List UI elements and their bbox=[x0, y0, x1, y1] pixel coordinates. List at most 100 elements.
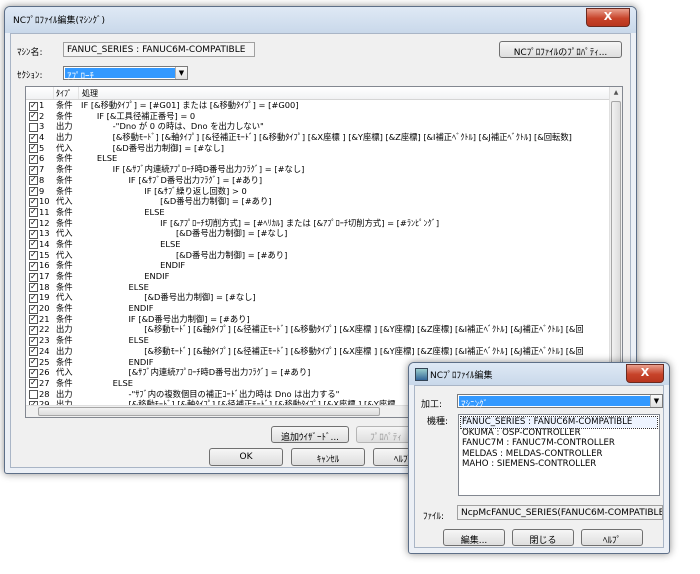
sub-close-button[interactable]: X bbox=[626, 364, 664, 383]
row-checkbox[interactable] bbox=[29, 112, 38, 122]
table-row[interactable]: 3 出力 -"Dno が 0 の時は、Dno を出力しない" bbox=[26, 121, 610, 132]
table-row[interactable]: 6 条件 ELSE bbox=[26, 153, 610, 164]
row-checkbox[interactable] bbox=[29, 325, 38, 335]
vertical-scroll-thumb[interactable] bbox=[611, 101, 621, 368]
row-checkbox[interactable] bbox=[29, 261, 38, 271]
column-header-process[interactable]: 処理 bbox=[82, 88, 98, 99]
property-button[interactable]: ﾌﾟﾛﾊﾟﾃｨ bbox=[356, 426, 416, 443]
vertical-scrollbar[interactable]: ▲ ▼ bbox=[609, 87, 622, 406]
table-row[interactable]: 23 条件 ELSE bbox=[26, 335, 610, 346]
horizontal-scroll-thumb[interactable] bbox=[38, 407, 380, 416]
row-checkbox[interactable] bbox=[29, 358, 38, 367]
sub-title-bar[interactable]: NCﾌﾟﾛﾌｧｲﾙ編集 X bbox=[409, 363, 669, 385]
row-process: [&D番号出力制御] = [#なし] bbox=[81, 142, 225, 153]
table-row[interactable]: 16 条件 ENDIF bbox=[26, 260, 610, 271]
row-number: 19 bbox=[39, 292, 50, 303]
row-process: ELSE bbox=[81, 377, 134, 388]
row-checkbox[interactable] bbox=[29, 272, 38, 282]
row-type: 条件 bbox=[56, 281, 73, 292]
nc-profile-properties-button[interactable]: NCﾌﾟﾛﾌｧｲﾙのﾌﾟﾛﾊﾟﾃｨ... bbox=[499, 41, 622, 58]
list-item[interactable]: MAHO : SIEMENS-CONTROLLER bbox=[461, 459, 657, 470]
row-checkbox[interactable] bbox=[29, 144, 38, 154]
row-checkbox[interactable] bbox=[29, 219, 38, 229]
row-process: IF [&ｱﾌﾟﾛｰﾁ切削方式] = [#ﾍﾘｶﾙ] または [&ｱﾌﾟﾛｰﾁ切… bbox=[81, 217, 440, 228]
row-checkbox[interactable] bbox=[29, 122, 38, 132]
cancel-button[interactable]: ｷｬﾝｾﾙ bbox=[291, 448, 365, 466]
row-type: 代入 bbox=[56, 228, 73, 239]
sub-client-area: 加工: ﾏｼﾆﾝｸﾞ ▼ 機種: FANUC_SERIES : FANUC6M-… bbox=[414, 385, 664, 548]
ok-button[interactable]: OK bbox=[209, 448, 283, 466]
add-wizard-button[interactable]: 追加ｳｲｻﾞｰﾄﾞ... bbox=[271, 426, 349, 443]
list-item[interactable]: OKUMA : OSP-CONTROLLER bbox=[461, 428, 657, 439]
row-process: ELSE bbox=[81, 153, 118, 164]
edit-button[interactable]: 編集... bbox=[443, 529, 505, 546]
table-row[interactable]: 20 条件 ENDIF bbox=[26, 303, 610, 314]
column-header-type[interactable]: ﾀｲﾌﾟ bbox=[56, 88, 72, 99]
row-process: -"ｻﾌﾞ内の複数個目の補正ｺｰﾄﾞ出力時は Dno は出力する" bbox=[81, 388, 340, 399]
row-checkbox[interactable] bbox=[29, 390, 38, 400]
table-row[interactable]: 1 条件 IF [&移動ﾀｲﾌﾟ] = [#G01] または [&移動ﾀｲﾌﾟ] =… bbox=[26, 100, 610, 111]
sub-window-title: NCﾌﾟﾛﾌｧｲﾙ編集 bbox=[430, 371, 493, 381]
row-type: 出力 bbox=[56, 324, 73, 335]
row-checkbox[interactable] bbox=[29, 283, 38, 293]
row-number: 5 bbox=[39, 142, 45, 153]
help-button[interactable]: ﾍﾙﾌﾟ bbox=[581, 529, 643, 546]
table-row[interactable]: 8 条件 IF [&ｻﾌﾞD番号出力ﾌﾗｸﾞ] = [#あり] bbox=[26, 175, 610, 186]
main-close-button[interactable]: X bbox=[586, 8, 630, 27]
row-checkbox[interactable] bbox=[29, 336, 38, 346]
table-row[interactable]: 14 条件 ELSE bbox=[26, 239, 610, 250]
list-item[interactable]: FANUC_SERIES : FANUC6M-COMPATIBLE bbox=[460, 416, 658, 429]
table-row[interactable]: 18 条件 ELSE bbox=[26, 282, 610, 293]
row-checkbox[interactable] bbox=[29, 315, 38, 325]
row-checkbox[interactable] bbox=[29, 293, 38, 303]
table-row[interactable]: 19 代入 [&D番号出力制御] = [#なし] bbox=[26, 292, 610, 303]
row-checkbox[interactable] bbox=[29, 208, 38, 218]
main-title-bar[interactable]: NCﾌﾟﾛﾌｧｲﾙ編集(ﾏｼﾝｸﾞ) X bbox=[5, 7, 636, 33]
row-checkbox[interactable] bbox=[29, 133, 38, 143]
scroll-up-icon[interactable]: ▲ bbox=[610, 87, 622, 98]
row-checkbox[interactable] bbox=[29, 240, 38, 250]
machine-type-list[interactable]: FANUC_SERIES : FANUC6M-COMPATIBLE OKUMA :… bbox=[458, 414, 660, 496]
row-number: 10 bbox=[39, 196, 50, 207]
row-checkbox[interactable] bbox=[29, 379, 38, 389]
row-checkbox[interactable] bbox=[29, 176, 38, 186]
row-checkbox[interactable] bbox=[29, 101, 38, 111]
list-item[interactable]: FANUC7M : FANUC7M-CONTROLLER bbox=[461, 438, 657, 449]
row-checkbox[interactable] bbox=[29, 154, 38, 164]
row-checkbox[interactable] bbox=[29, 197, 38, 207]
section-select[interactable]: ｱﾌﾟﾛｰﾁ ▼ bbox=[63, 66, 188, 82]
chevron-down-icon[interactable]: ▼ bbox=[650, 395, 662, 407]
row-checkbox[interactable] bbox=[29, 165, 38, 175]
process-select[interactable]: ﾏｼﾆﾝｸﾞ ▼ bbox=[457, 394, 663, 410]
row-process: ENDIF bbox=[81, 303, 154, 314]
row-type: 条件 bbox=[56, 110, 73, 121]
table-row[interactable]: 21 条件 IF [&D番号出力制御] = [#あり] bbox=[26, 314, 610, 325]
table-row[interactable]: 11 条件 ELSE bbox=[26, 207, 610, 218]
chevron-down-icon[interactable]: ▼ bbox=[175, 67, 187, 79]
table-row[interactable]: 2 条件 IF [&工具径補正番号] = 0 bbox=[26, 111, 610, 122]
row-checkbox[interactable] bbox=[29, 304, 38, 314]
table-row[interactable]: 24 出力 [&移動ﾓｰﾄﾞ] [&軸ﾀｲﾌﾟ] [&径補正ﾓｰﾄﾞ] [&移動ﾀ… bbox=[26, 346, 610, 357]
table-row[interactable]: 10 代入 [&D番号出力制御] = [#あり] bbox=[26, 196, 610, 207]
row-checkbox[interactable] bbox=[29, 251, 38, 261]
row-type: 条件 bbox=[56, 335, 73, 346]
row-number: 13 bbox=[39, 228, 50, 239]
table-row[interactable]: 4 出力 [&移動ﾓｰﾄﾞ] [&軸ﾀｲﾌﾟ] [&径補正ﾓｰﾄﾞ] [&移動ﾀｲ… bbox=[26, 132, 610, 143]
row-checkbox[interactable] bbox=[29, 229, 38, 239]
table-row[interactable]: 12 条件 IF [&ｱﾌﾟﾛｰﾁ切削方式] = [#ﾍﾘｶﾙ] または [&ｱﾌ… bbox=[26, 218, 610, 229]
row-checkbox[interactable] bbox=[29, 187, 38, 196]
close-button[interactable]: 閉じる bbox=[512, 529, 574, 546]
app-icon bbox=[415, 368, 428, 381]
table-row[interactable]: 17 条件 ENDIF bbox=[26, 271, 610, 282]
list-item[interactable]: MELDAS : MELDAS-CONTROLLER bbox=[461, 449, 657, 460]
table-row[interactable]: 22 出力 [&移動ﾓｰﾄﾞ] [&軸ﾀｲﾌﾟ] [&径補正ﾓｰﾄﾞ] [&移動ﾀ… bbox=[26, 324, 610, 335]
row-checkbox[interactable] bbox=[29, 347, 38, 357]
row-checkbox[interactable] bbox=[29, 368, 38, 378]
row-number: 24 bbox=[39, 345, 50, 356]
table-row[interactable]: 5 代入 [&D番号出力制御] = [#なし] bbox=[26, 143, 610, 154]
table-row[interactable]: 9 条件 IF [&ｻﾌﾞ繰り返し回数] > 0 bbox=[26, 186, 610, 197]
table-row[interactable]: 13 代入 [&D番号出力制御] = [#なし] bbox=[26, 228, 610, 239]
table-row[interactable]: 15 代入 [&D番号出力制御] = [#あり] bbox=[26, 250, 610, 261]
table-row[interactable]: 7 条件 IF [&ｻﾌﾞ内連続ｱﾌﾟﾛｰﾁ時D番号出力ﾌﾗｸﾞ] = [#なし] bbox=[26, 164, 610, 175]
row-type: 代入 bbox=[56, 196, 73, 207]
